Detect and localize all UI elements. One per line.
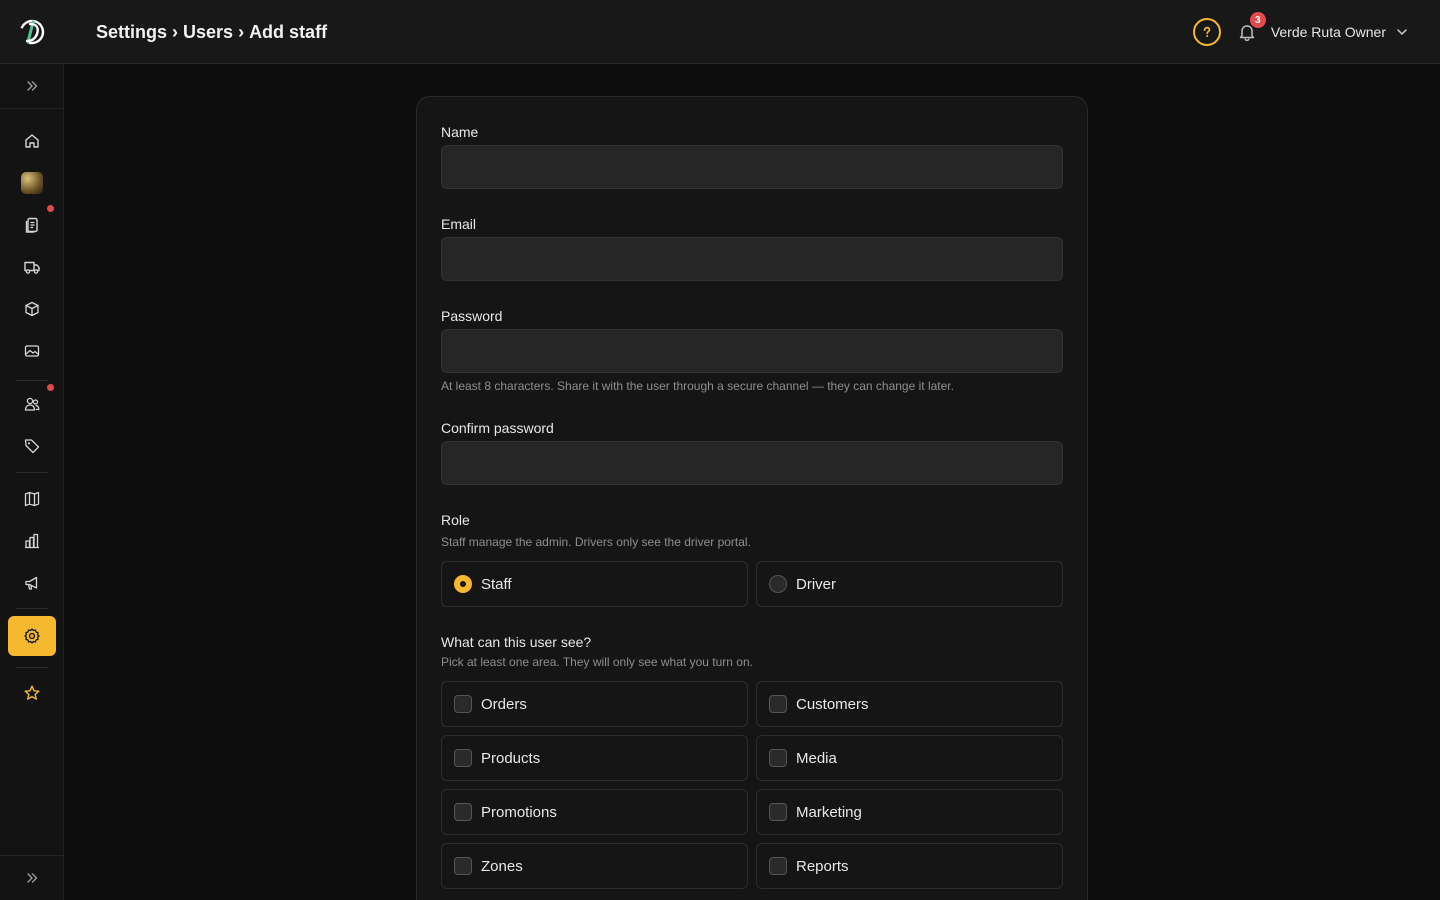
password-input[interactable] xyxy=(441,329,1063,373)
sidebar-item-favorites[interactable] xyxy=(8,675,56,711)
role-label: Role xyxy=(441,512,470,528)
breadcrumb: Settings › Users › Add staff xyxy=(96,0,327,64)
sidebar-item-orders[interactable] xyxy=(8,205,56,243)
breadcrumb-separator: › xyxy=(172,21,179,42)
sidebar-item-users[interactable] xyxy=(8,384,56,422)
map-icon xyxy=(24,491,40,507)
reports-checkbox[interactable] xyxy=(769,857,787,875)
logo-mark-icon xyxy=(19,19,45,45)
media-checkbox[interactable] xyxy=(769,749,787,767)
access-option-label: Marketing xyxy=(796,803,862,821)
email-label: Email xyxy=(441,216,477,232)
question-icon xyxy=(1203,26,1211,37)
breadcrumb-current-page: Add staff xyxy=(249,21,328,42)
role-option-label: Driver xyxy=(796,575,836,593)
home-icon xyxy=(25,134,39,148)
customers-checkbox[interactable] xyxy=(769,695,787,713)
access-option-marketing[interactable]: Marketing xyxy=(756,789,1063,835)
box-icon xyxy=(25,301,39,317)
tag-icon xyxy=(24,439,40,454)
notification-count-badge: 3 xyxy=(1249,12,1266,28)
access-option-label: Zones xyxy=(481,857,523,875)
notifications-button[interactable]: 3 xyxy=(1235,12,1266,44)
password-label: Password xyxy=(441,308,503,324)
help-button[interactable] xyxy=(1192,18,1221,46)
star-icon xyxy=(24,685,40,700)
store-avatar xyxy=(21,172,43,194)
sidebar-item-store[interactable] xyxy=(8,165,56,201)
image-icon xyxy=(24,345,40,357)
settings-icon xyxy=(24,628,40,644)
top-bar: Settings › Users › Add staff 3 Verde Rut… xyxy=(0,0,1440,64)
add-staff-form-card: Name Email Password At least 8 character… xyxy=(416,96,1088,900)
expand-sidebar-button[interactable] xyxy=(8,68,56,104)
chart-icon xyxy=(25,533,39,549)
access-option-promotions[interactable]: Promotions xyxy=(441,789,748,835)
user-menu-name[interactable]: Verde Ruta Owner xyxy=(1271,24,1386,40)
name-input[interactable] xyxy=(441,145,1063,189)
email-input[interactable] xyxy=(441,237,1063,281)
orders-icon xyxy=(25,217,38,233)
access-option-orders[interactable]: Orders xyxy=(441,681,748,727)
access-option-label: Promotions xyxy=(481,803,557,821)
access-option-label: Products xyxy=(481,749,541,767)
chevron-down-icon[interactable] xyxy=(1396,26,1408,38)
role-hint: Staff manage the admin. Drivers only see… xyxy=(441,535,751,549)
marketing-checkbox[interactable] xyxy=(769,803,787,821)
role-option-staff[interactable]: Staff xyxy=(441,561,748,607)
access-label: What can this user see? xyxy=(441,634,592,650)
name-label: Name xyxy=(441,124,479,140)
driver-radio[interactable] xyxy=(769,575,787,593)
access-hint: Pick at least one area. They will only s… xyxy=(441,655,753,669)
sidebar-item-home[interactable] xyxy=(8,123,56,159)
orders-checkbox[interactable] xyxy=(454,695,472,713)
role-option-label: Staff xyxy=(481,575,512,593)
sidebar-item-products[interactable] xyxy=(8,291,56,327)
access-option-products[interactable]: Products xyxy=(441,735,748,781)
role-option-driver[interactable]: Driver xyxy=(756,561,1063,607)
topbar-actions: 3 Verde Ruta Owner xyxy=(1192,0,1408,64)
promotions-checkbox[interactable] xyxy=(454,803,472,821)
sidebar-item-zones[interactable] xyxy=(8,481,56,517)
confirm-password-input[interactable] xyxy=(441,441,1063,485)
sidebar-item-promotions[interactable] xyxy=(8,428,56,464)
access-option-reports[interactable]: Reports xyxy=(756,843,1063,889)
access-option-label: Media xyxy=(796,749,837,767)
access-option-media[interactable]: Media xyxy=(756,735,1063,781)
zones-checkbox[interactable] xyxy=(454,857,472,875)
sidebar xyxy=(0,64,64,900)
access-option-label: Orders xyxy=(481,695,527,713)
access-option-label: Customers xyxy=(796,695,869,713)
expand-sidebar-bottom-button[interactable] xyxy=(8,860,56,896)
sidebar-item-marketing[interactable] xyxy=(8,565,56,601)
sidebar-divider xyxy=(16,472,48,473)
app-logo[interactable] xyxy=(0,0,64,64)
password-hint: At least 8 characters. Share it with the… xyxy=(441,379,954,393)
chevrons-right-icon xyxy=(27,81,38,91)
notification-dot xyxy=(47,384,54,391)
access-option-label: Reports xyxy=(796,857,849,875)
products-checkbox[interactable] xyxy=(454,749,472,767)
breadcrumb-settings[interactable]: Settings xyxy=(96,22,167,43)
access-option-zones[interactable]: Zones xyxy=(441,843,748,889)
notification-dot xyxy=(47,205,54,212)
chevrons-right-icon xyxy=(27,873,38,883)
confirm-password-label: Confirm password xyxy=(441,420,554,436)
sidebar-divider xyxy=(0,108,64,109)
sidebar-item-settings[interactable] xyxy=(8,616,56,656)
breadcrumb-users[interactable]: Users xyxy=(183,22,233,43)
sidebar-divider xyxy=(16,608,48,609)
sidebar-divider xyxy=(16,380,48,381)
staff-radio[interactable] xyxy=(454,575,472,593)
sidebar-item-deliveries[interactable] xyxy=(8,249,56,285)
sidebar-item-media[interactable] xyxy=(8,333,56,369)
breadcrumb-separator: › xyxy=(238,21,245,42)
sidebar-divider xyxy=(0,855,64,856)
users-icon xyxy=(24,397,40,411)
sidebar-divider xyxy=(16,667,48,668)
truck-icon xyxy=(24,261,40,274)
megaphone-icon xyxy=(25,576,38,590)
access-option-customers[interactable]: Customers xyxy=(756,681,1063,727)
sidebar-item-reports[interactable] xyxy=(8,523,56,559)
